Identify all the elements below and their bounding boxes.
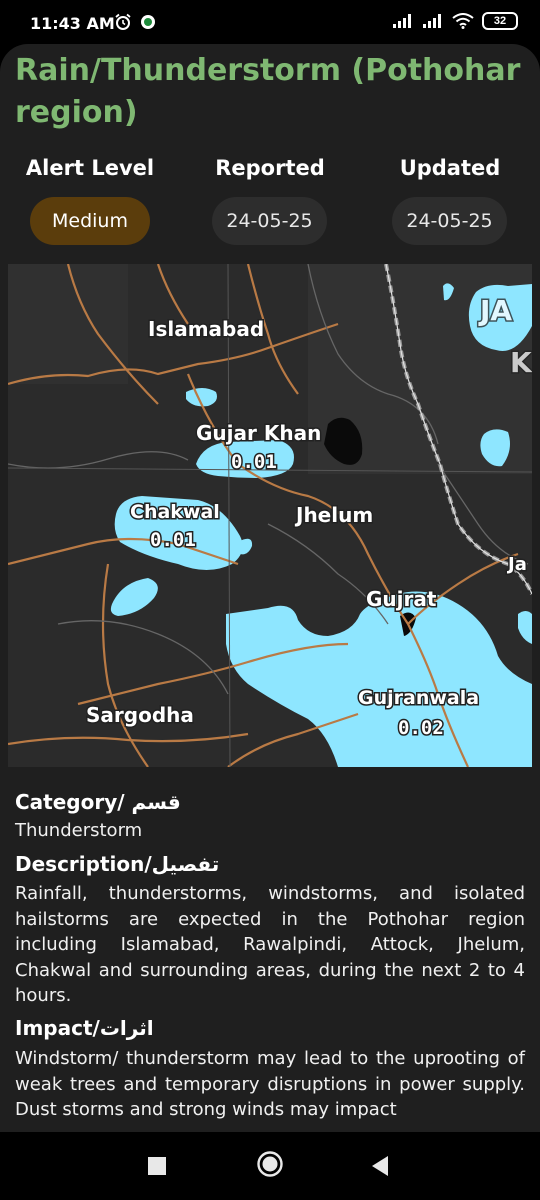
map-value-chakwal: 0.01 — [150, 529, 196, 551]
category-heading: Category/ قسم — [15, 790, 181, 814]
recent-apps-icon[interactable] — [148, 1157, 166, 1180]
alert-level-badge: Medium — [30, 197, 150, 245]
map-value-gujar-khan: 0.01 — [231, 451, 277, 473]
battery-icon: 32 — [482, 12, 518, 30]
reported-heading: Reported — [215, 156, 325, 180]
impact-text: Windstorm/ thunderstorm may lead to the … — [15, 1048, 525, 1120]
map-label-gujrat: Gujrat — [366, 587, 437, 611]
app-notification-icon — [141, 15, 155, 29]
alarm-icon — [115, 13, 131, 30]
map-label-islamabad: Islamabad — [148, 317, 264, 341]
wifi-icon — [452, 13, 474, 29]
category-text: Thunderstorm — [15, 820, 143, 841]
reported-date-badge: 24-05-25 — [212, 197, 327, 245]
alert-card: Rain/Thunderstorm (Pothohar region) Aler… — [0, 44, 540, 1132]
map-label-gujar-khan: Gujar Khan — [196, 421, 321, 445]
alert-title: Rain/Thunderstorm (Pothohar region) — [15, 53, 521, 130]
map-label-jhelum: Jhelum — [294, 503, 373, 527]
alert-level-heading: Alert Level — [25, 156, 155, 180]
map-label-gujranwala: Gujranwala — [358, 687, 479, 709]
status-time: 11:43 AM — [30, 14, 115, 33]
updated-date-badge: 24-05-25 — [392, 197, 507, 245]
status-system-icons: 32 — [392, 12, 518, 30]
terrain-patch — [8, 264, 128, 384]
status-notification-icons — [114, 13, 156, 31]
signal-icon — [393, 14, 411, 28]
navigation-bar — [0, 1132, 540, 1200]
map-value-gujranwala: 0.02 — [398, 717, 444, 739]
description-heading: Description/تفصیل — [15, 852, 220, 876]
status-bar: 11:43 AM 32 — [0, 0, 540, 44]
map-label-k: K — [510, 346, 532, 379]
map-label-ja-right: Ja — [506, 554, 527, 575]
home-icon[interactable] — [256, 1150, 284, 1183]
map-label-chakwal: Chakwal — [130, 501, 220, 523]
map-label-sargodha: Sargodha — [86, 703, 194, 727]
description-text: Rainfall, thunderstorms, windstorms, and… — [15, 883, 525, 1006]
impact-heading: Impact/اثرات — [15, 1016, 154, 1040]
weather-map[interactable]: Islamabad Gujar Khan 0.01 Chakwal 0.01 J… — [8, 264, 532, 767]
map-label-ja-top: JA — [478, 294, 512, 327]
signal-icon — [423, 14, 441, 28]
updated-heading: Updated — [399, 156, 501, 180]
back-icon[interactable] — [370, 1155, 390, 1182]
